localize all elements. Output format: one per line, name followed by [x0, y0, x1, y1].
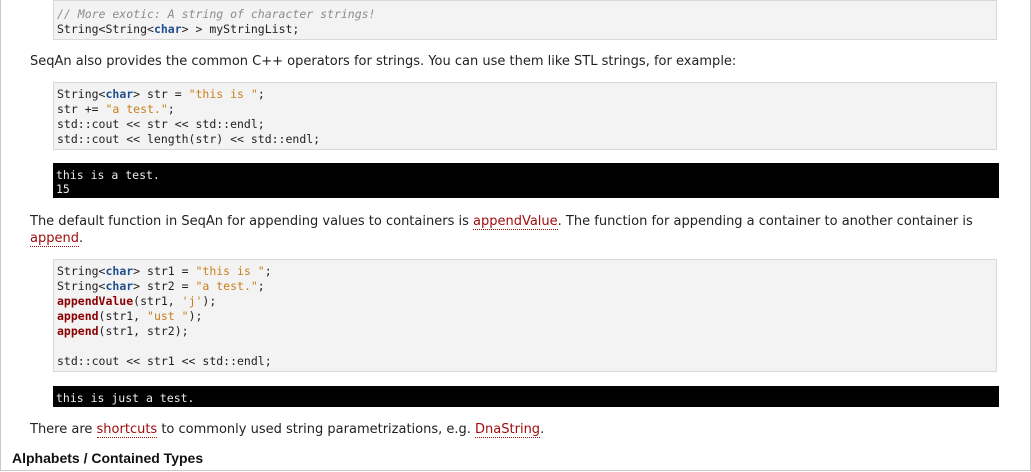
code-block-operators: String<char> str = "this is "; str += "a …: [53, 82, 997, 150]
code-string: "this is ": [195, 264, 265, 278]
output-block-append: this is just a test.: [53, 386, 999, 407]
code-text: (str1, str2);: [98, 324, 189, 338]
code-text: std::cout << length(str) << std::endl;: [57, 132, 321, 146]
output-line: this is a test.: [56, 168, 160, 182]
code-text: );: [188, 309, 203, 323]
code-text: > str =: [133, 87, 189, 101]
code-text: > > myStringList;: [181, 22, 300, 36]
output-line: 15: [56, 182, 70, 196]
code-text: > str2 =: [133, 279, 196, 293]
code-text: std::cout << str << std::endl;: [57, 117, 265, 131]
link-shortcuts[interactable]: shortcuts: [96, 422, 158, 438]
code-function: append: [57, 324, 99, 338]
code-string: "ust ": [147, 309, 189, 323]
code-text: ;: [257, 279, 265, 293]
code-text: String<: [57, 279, 106, 293]
paragraph-text: The default function in SeqAn for append…: [30, 214, 473, 229]
code-text: (str1,: [133, 294, 182, 308]
paragraph-text: .: [78, 231, 84, 246]
code-keyword: char: [105, 264, 134, 278]
paragraph-shortcuts: There are shortcuts to commonly used str…: [30, 421, 996, 438]
output-line: this is just a test.: [56, 391, 195, 405]
code-string: "a test.": [105, 102, 168, 116]
code-text: ;: [257, 87, 265, 101]
code-block-string-of-strings: // More exotic: A string of character st…: [53, 0, 997, 40]
link-appendvalue[interactable]: appendValue: [473, 214, 558, 230]
code-string: "this is ": [188, 87, 258, 101]
code-text: String<String<: [57, 22, 154, 36]
code-block-append: String<char> str1 = "this is "; String<ch…: [53, 259, 997, 372]
output-block-operators: this is a test. 15: [53, 163, 999, 198]
code-string: "a test.": [195, 279, 258, 293]
code-keyword: char: [105, 87, 134, 101]
paragraph-operators: SeqAn also provides the common C++ opera…: [30, 54, 737, 69]
code-comment: // More exotic: A string of character st…: [57, 7, 376, 21]
paragraph-text: . The function for appending a container…: [557, 214, 973, 229]
code-function: appendValue: [57, 294, 134, 308]
code-text: std::cout << str1 << std::endl;: [57, 354, 272, 368]
paragraph-append: The default function in SeqAn for append…: [30, 213, 996, 247]
link-append[interactable]: append: [30, 231, 79, 247]
code-keyword: char: [105, 279, 134, 293]
code-keyword: char: [153, 22, 182, 36]
paragraph-text: to commonly used string parametrizations…: [157, 422, 476, 437]
code-text: );: [202, 294, 217, 308]
document-frame: // More exotic: A string of character st…: [0, 0, 1031, 471]
code-text: ;: [167, 102, 175, 116]
code-text: ;: [264, 264, 272, 278]
code-text: (str1,: [98, 309, 148, 323]
section-heading-alphabets: Alphabets / Contained Types: [12, 450, 204, 466]
code-function: append: [57, 309, 99, 323]
code-text: str +=: [57, 102, 106, 116]
code-text: String<: [57, 87, 106, 101]
code-text: String<: [57, 264, 106, 278]
paragraph-text: There are: [30, 422, 97, 437]
code-string: 'j': [181, 294, 203, 308]
code-text: > str1 =: [133, 264, 196, 278]
paragraph-text: .: [540, 422, 545, 437]
link-dnastring[interactable]: DnaString: [475, 422, 541, 438]
